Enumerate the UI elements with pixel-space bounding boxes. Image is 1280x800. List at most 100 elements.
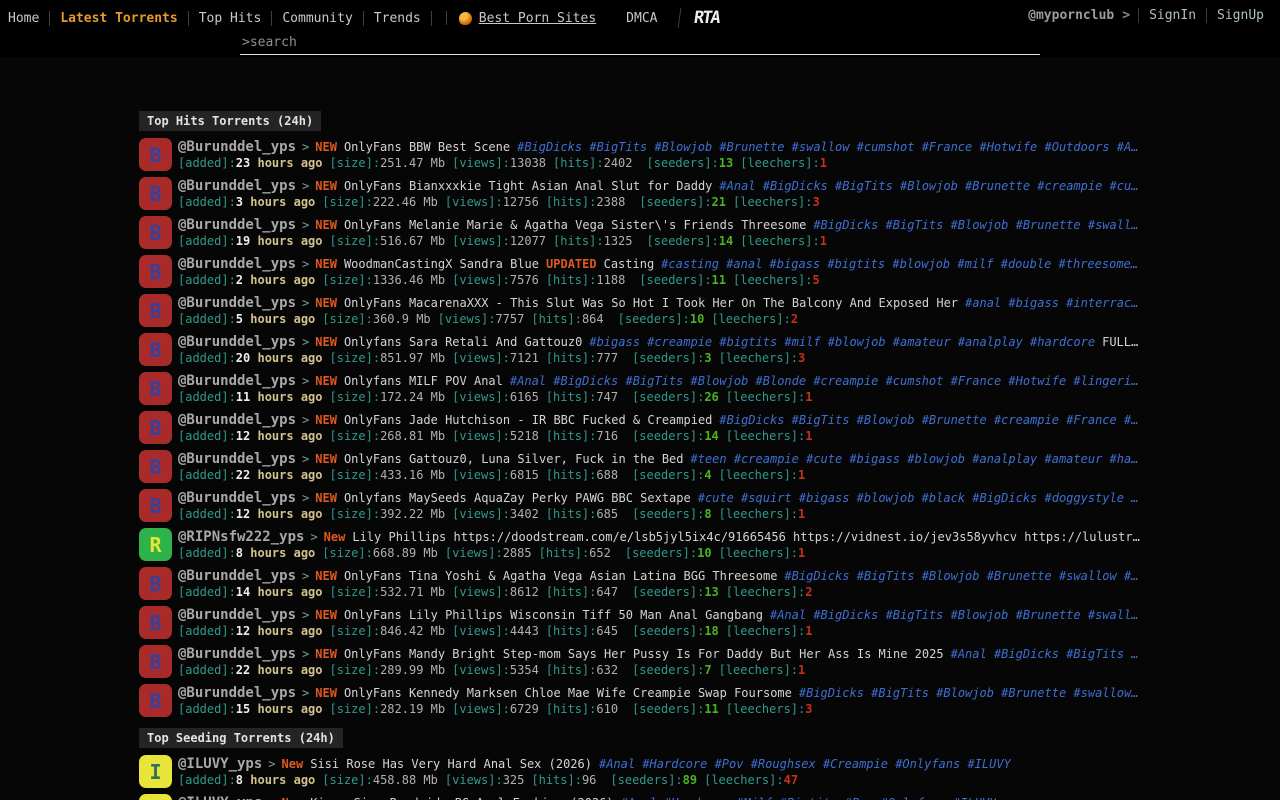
username-link[interactable]: @Burunddel_yps xyxy=(178,334,296,350)
username-link[interactable]: @ILUVY_yps xyxy=(178,795,262,800)
user-avatar[interactable]: B xyxy=(139,450,172,483)
torrent-title[interactable]: Onlyfans MaySeeds AquaZay Perky PAWG BBC… xyxy=(344,491,691,505)
torrent-tags[interactable]: #casting #anal #bigass #bigtits #blowjob… xyxy=(661,257,1138,271)
username-link[interactable]: @RIPNsfw222_yps xyxy=(178,529,304,545)
torrent-title[interactable]: Kissa Sins Roadside BG Anal Fucking (202… xyxy=(310,796,613,800)
user-avatar[interactable]: I xyxy=(139,755,172,788)
user-avatar[interactable]: B xyxy=(139,294,172,327)
username-link[interactable]: @Burunddel_yps xyxy=(178,373,296,389)
torrent-title[interactable]: Sisi Rose Has Very Hard Anal Sex (2026) xyxy=(310,757,592,771)
torrent-title[interactable]: Onlyfans Sara Retali And Gattouz0 xyxy=(344,335,582,349)
torrent-tags[interactable]: #Anal #BigDicks #BigTits #Blowjob #Brune… xyxy=(770,608,1138,622)
username-link[interactable]: @ILUVY_yps xyxy=(178,756,262,772)
torrent-tags[interactable]: #BigDicks #BigTits #Blowjob #Brunette #s… xyxy=(784,569,1138,583)
signin-link[interactable]: SignIn xyxy=(1138,8,1206,23)
hits-label: [hits]: xyxy=(531,773,582,787)
user-avatar[interactable]: B xyxy=(139,177,172,210)
user-avatar[interactable]: B xyxy=(139,333,172,366)
user-avatar[interactable]: B xyxy=(139,216,172,249)
username-link[interactable]: @Burunddel_yps xyxy=(178,412,296,428)
torrent-title-2[interactable]: Casting xyxy=(604,257,655,271)
username-link[interactable]: @Burunddel_yps xyxy=(178,568,296,584)
torrent-tags[interactable]: #teen #creampie #cute #bigass #blowjob #… xyxy=(691,452,1139,466)
torrent-title[interactable]: Lily Phillips https://doodstream.com/e/l… xyxy=(352,530,1139,544)
torrent-tags[interactable]: #Anal #Hardcore #Milf #Bigtits #Pov #Onl… xyxy=(621,796,997,800)
torrent-title[interactable]: OnlyFans Jade Hutchison - IR BBC Fucked … xyxy=(344,413,712,427)
torrent-tags[interactable]: #BigDicks #BigTits #Blowjob #Brunette #s… xyxy=(517,140,1138,154)
username-link[interactable]: @Burunddel_yps xyxy=(178,607,296,623)
torrent-tags[interactable]: #BigDicks #BigTits #Blowjob #Brunette #c… xyxy=(719,413,1138,427)
torrent-title[interactable]: OnlyFans Lily Phillips Wisconsin Tiff 50… xyxy=(344,608,763,622)
torrent-title[interactable]: OnlyFans Gattouz0, Luna Silver, Fuck in … xyxy=(344,452,684,466)
torrent-title[interactable]: OnlyFans Kennedy Marksen Chloe Mae Wife … xyxy=(344,686,792,700)
avatar-letter: B xyxy=(149,494,161,518)
username-link[interactable]: @Burunddel_yps xyxy=(178,490,296,506)
torrent-title[interactable]: OnlyFans Tina Yoshi & Agatha Vega Asian … xyxy=(344,569,777,583)
nav-item-latest-torrents[interactable]: Latest Torrents xyxy=(50,11,188,26)
site-handle[interactable]: @mypornclub xyxy=(1028,8,1114,23)
nav-item-home[interactable]: Home xyxy=(8,11,50,26)
search-input[interactable] xyxy=(240,33,1040,55)
leechers-pair: [leechers]:1 xyxy=(740,234,827,248)
signup-link[interactable]: SignUp xyxy=(1206,8,1274,23)
username-link[interactable]: @Burunddel_yps xyxy=(178,178,296,194)
user-avatar[interactable]: B xyxy=(139,606,172,639)
user-avatar[interactable]: B xyxy=(139,372,172,405)
seeders-value: 26 xyxy=(704,390,718,404)
torrent-tags[interactable]: #BigDicks #BigTits #Blowjob #Brunette #s… xyxy=(799,686,1139,700)
user-avatar[interactable]: B xyxy=(139,645,172,678)
dmca-link[interactable]: DMCA xyxy=(626,11,657,26)
torrent-tags[interactable]: #Anal #BigDicks #BigTits #Blowjob #Brune… xyxy=(719,179,1138,193)
torrent-title[interactable]: OnlyFans MacarenaXXX - This Slut Was So … xyxy=(344,296,958,310)
nav-item-top-hits[interactable]: Top Hits xyxy=(189,11,273,26)
user-avatar[interactable]: B xyxy=(139,255,172,288)
torrent-tags[interactable]: #bigass #creampie #bigtits #milf #blowjo… xyxy=(589,335,1095,349)
nav-item-trends[interactable]: Trends xyxy=(364,11,432,26)
username-link[interactable]: @Burunddel_yps xyxy=(178,217,296,233)
views-label: [views]: xyxy=(452,351,510,365)
seeders-label: [seeders]: xyxy=(632,624,704,638)
torrent-tags[interactable]: #anal #bigass #interrac… xyxy=(965,296,1138,310)
torrent-tags[interactable]: #cute #squirt #bigass #blowjob #black #B… xyxy=(698,491,1139,505)
views-pair: [views]:4443 xyxy=(452,624,539,638)
torrent-tags[interactable]: #Anal #BigDicks #BigTits … xyxy=(951,647,1139,661)
torrent-title[interactable]: OnlyFans Bianxxxkie Tight Asian Anal Slu… xyxy=(344,179,712,193)
hits-label: [hits]: xyxy=(546,351,597,365)
torrent-tags[interactable]: #BigDicks #BigTits #Blowjob #Brunette #s… xyxy=(813,218,1138,232)
best-porn-sites-label: Best Porn Sites xyxy=(479,11,596,26)
user-avatar[interactable]: B xyxy=(139,138,172,171)
user-avatar[interactable]: B xyxy=(139,684,172,717)
new-badge: NEW xyxy=(315,335,337,349)
added-unit: hours ago xyxy=(250,507,322,521)
size-label: [size]: xyxy=(330,234,381,248)
hits-value: 610 xyxy=(596,702,618,716)
views-value: 12077 xyxy=(510,234,546,248)
torrent-title[interactable]: OnlyFans Mandy Bright Step-mom Says Her … xyxy=(344,647,944,661)
user-avatar[interactable]: I xyxy=(139,794,172,800)
user-avatar[interactable]: B xyxy=(139,411,172,444)
user-avatar[interactable]: B xyxy=(139,567,172,600)
username-link[interactable]: @Burunddel_yps xyxy=(178,685,296,701)
main-nav: Home Latest Torrents Top Hits Community … xyxy=(8,8,719,28)
best-porn-sites-link[interactable]: Best Porn Sites xyxy=(459,11,596,26)
username-link[interactable]: @Burunddel_yps xyxy=(178,139,296,155)
torrent-title[interactable]: OnlyFans Melanie Marie & Agatha Vega Sis… xyxy=(344,218,806,232)
seeders-pair: [seeders]:13 xyxy=(632,585,719,599)
seeders-value: 13 xyxy=(719,156,733,170)
user-avatar[interactable]: R xyxy=(139,528,172,561)
username-link[interactable]: @Burunddel_yps xyxy=(178,451,296,467)
views-label: [views]: xyxy=(445,546,503,560)
torrent-tags[interactable]: #Anal #BigDicks #BigTits #Blowjob #Blond… xyxy=(510,374,1139,388)
username-link[interactable]: @Burunddel_yps xyxy=(178,646,296,662)
torrent-tags[interactable]: #Anal #Hardcore #Pov #Roughsex #Creampie… xyxy=(599,757,1011,771)
torrent-title[interactable]: OnlyFans BBW Best Scene xyxy=(344,140,510,154)
torrent-title[interactable]: Onlyfans MILF POV Anal xyxy=(344,374,503,388)
hits-label: [hits]: xyxy=(546,195,597,209)
username-link[interactable]: @Burunddel_yps xyxy=(178,256,296,272)
user-avatar[interactable]: B xyxy=(139,489,172,522)
torrent-title[interactable]: WoodmanCastingX Sandra Blue xyxy=(344,257,539,271)
added-label: [added]: xyxy=(178,273,236,287)
username-link[interactable]: @Burunddel_yps xyxy=(178,295,296,311)
seeders-value: 14 xyxy=(704,429,718,443)
nav-item-community[interactable]: Community xyxy=(272,11,363,26)
